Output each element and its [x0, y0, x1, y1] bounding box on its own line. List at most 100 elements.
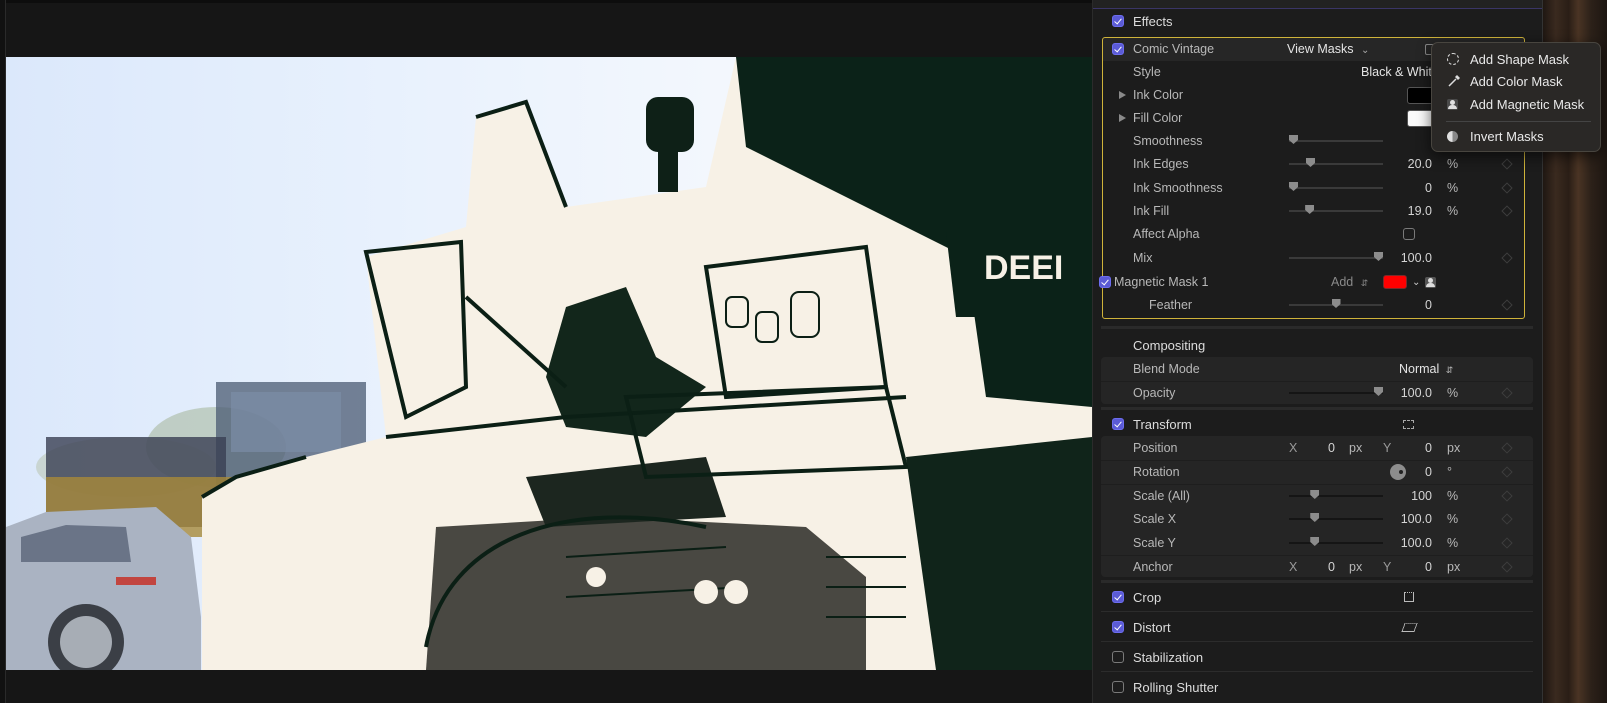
crop-checkbox[interactable]	[1112, 591, 1124, 603]
menu-item-label: Add Magnetic Mask	[1470, 96, 1585, 112]
rotation-value[interactable]: 0	[1425, 465, 1432, 479]
person-silhouette-icon[interactable]	[1425, 276, 1436, 288]
eyedropper-icon	[1447, 74, 1461, 88]
smoothness-slider[interactable]	[1289, 135, 1383, 144]
menu-item-add-shape-mask[interactable]: Add Shape Mask	[1432, 48, 1602, 70]
view-masks-dropdown[interactable]: View Masks ⌄	[1287, 42, 1369, 56]
mask-color-swatch[interactable]	[1383, 275, 1407, 289]
slider-thumb[interactable]	[1310, 490, 1320, 499]
menu-item-add-color-mask[interactable]: Add Color Mask	[1432, 70, 1602, 92]
scale-x-slider[interactable]	[1289, 513, 1383, 522]
rolling-shutter-checkbox[interactable]	[1112, 681, 1124, 693]
brand-text: DEEI	[984, 249, 1063, 287]
compositing-header[interactable]: Compositing	[1101, 333, 1533, 357]
distort-label: Distort	[1133, 619, 1171, 635]
ink-edges-slider[interactable]	[1289, 158, 1383, 167]
param-opacity: Opacity 100.0 %	[1101, 381, 1533, 405]
feather-value[interactable]: 0	[1425, 298, 1432, 312]
position-x-unit: px	[1349, 441, 1363, 455]
slider-thumb[interactable]	[1289, 135, 1298, 144]
slider-thumb[interactable]	[1374, 387, 1383, 396]
style-popup[interactable]: Black & White	[1361, 65, 1439, 79]
distort-checkbox[interactable]	[1112, 621, 1124, 633]
slider-thumb[interactable]	[1374, 252, 1383, 261]
keyframe-icon[interactable]	[1501, 561, 1513, 573]
rotation-dial[interactable]	[1390, 464, 1406, 480]
viewer-top-edge	[0, 0, 1092, 3]
scale-all-value[interactable]: 100	[1411, 489, 1432, 503]
ink-edges-value[interactable]: 20.0	[1408, 157, 1432, 171]
menu-separator	[1446, 121, 1591, 122]
param-rotation: Rotation 0 °	[1101, 460, 1533, 484]
mask-mode-popup[interactable]: Add ⇵	[1331, 275, 1368, 289]
ink-fill-label: Ink Fill	[1133, 204, 1170, 218]
blend-mode-popup[interactable]: Normal ⇵	[1399, 362, 1453, 376]
ink-smoothness-value[interactable]: 0	[1425, 181, 1432, 195]
stabilization-checkbox[interactable]	[1112, 651, 1124, 663]
keyframe-icon[interactable]	[1501, 442, 1513, 454]
ink-smoothness-label: Ink Smoothness	[1133, 181, 1223, 195]
mask-menu: Add Shape Mask Add Color Mask Add Magnet…	[1431, 42, 1601, 152]
affect-alpha-checkbox[interactable]	[1403, 228, 1415, 240]
opacity-value[interactable]: 100.0	[1401, 386, 1432, 400]
slider-thumb[interactable]	[1289, 182, 1298, 191]
scale-y-slider[interactable]	[1289, 537, 1383, 546]
crop-header[interactable]: Crop	[1101, 585, 1533, 609]
param-affect-alpha: Affect Alpha	[1101, 222, 1533, 246]
feather-slider[interactable]	[1289, 299, 1383, 308]
mix-slider[interactable]	[1289, 252, 1383, 261]
slider-thumb[interactable]	[1310, 513, 1320, 522]
transform-label: Transform	[1133, 416, 1192, 432]
chevron-down-icon[interactable]: ⌄	[1412, 277, 1420, 288]
scale-y-value[interactable]: 100.0	[1401, 536, 1432, 550]
distort-header[interactable]: Distort	[1101, 615, 1533, 639]
opacity-slider[interactable]	[1289, 387, 1383, 396]
keyframe-icon[interactable]	[1501, 537, 1513, 549]
keyframe-icon[interactable]	[1501, 466, 1513, 478]
keyframe-icon[interactable]	[1501, 252, 1513, 264]
stabilization-header[interactable]: Stabilization	[1101, 645, 1533, 669]
video-frame[interactable]: DEEI	[6, 57, 1092, 670]
keyframe-icon[interactable]	[1501, 182, 1513, 194]
crop-icon[interactable]	[1404, 592, 1414, 602]
transform-checkbox[interactable]	[1112, 418, 1124, 430]
menu-item-add-magnetic-mask[interactable]: Add Magnetic Mask	[1432, 93, 1602, 115]
position-x-label: X	[1289, 441, 1298, 455]
half-circle-icon	[1447, 130, 1458, 142]
menu-item-invert-masks[interactable]: Invert Masks	[1432, 125, 1602, 147]
updown-chevron-icon: ⇵	[1360, 278, 1369, 288]
view-masks-label: View Masks	[1287, 42, 1354, 56]
transform-onscreen-icon[interactable]	[1403, 419, 1414, 429]
slider-thumb[interactable]	[1331, 299, 1341, 308]
slider-thumb[interactable]	[1306, 158, 1315, 167]
transform-header[interactable]: Transform	[1101, 412, 1533, 436]
keyframe-icon[interactable]	[1501, 205, 1513, 217]
keyframe-icon[interactable]	[1501, 490, 1513, 502]
scale-x-value[interactable]: 100.0	[1401, 512, 1432, 526]
ink-smoothness-slider[interactable]	[1289, 182, 1383, 191]
mask-mode-value: Add	[1331, 275, 1354, 289]
scale-all-slider[interactable]	[1289, 490, 1383, 499]
ink-fill-value[interactable]: 19.0	[1408, 204, 1432, 218]
keyframe-icon[interactable]	[1501, 387, 1513, 399]
slider-thumb[interactable]	[1305, 205, 1315, 214]
anchor-y-value[interactable]: 0	[1425, 560, 1432, 574]
anchor-x-value[interactable]: 0	[1328, 560, 1335, 574]
disclosure-triangle-icon[interactable]	[1119, 91, 1126, 99]
effects-checkbox[interactable]	[1112, 15, 1124, 27]
keyframe-icon[interactable]	[1501, 158, 1513, 170]
mask-checkbox[interactable]	[1099, 276, 1111, 288]
slider-thumb[interactable]	[1310, 537, 1320, 546]
position-y-value[interactable]: 0	[1425, 441, 1432, 455]
mix-value[interactable]: 100.0	[1401, 251, 1432, 265]
position-x-value[interactable]: 0	[1328, 441, 1335, 455]
keyframe-icon[interactable]	[1501, 299, 1513, 311]
ink-fill-slider[interactable]	[1289, 205, 1383, 214]
distort-icon[interactable]	[1401, 622, 1418, 632]
comic-vintage-checkbox[interactable]	[1112, 43, 1124, 55]
keyframe-icon[interactable]	[1501, 513, 1513, 525]
param-ink-smoothness: Ink Smoothness 0 %	[1101, 176, 1533, 200]
rolling-shutter-header[interactable]: Rolling Shutter	[1101, 675, 1533, 699]
effects-header[interactable]: Effects	[1101, 9, 1533, 33]
disclosure-triangle-icon[interactable]	[1119, 114, 1126, 122]
